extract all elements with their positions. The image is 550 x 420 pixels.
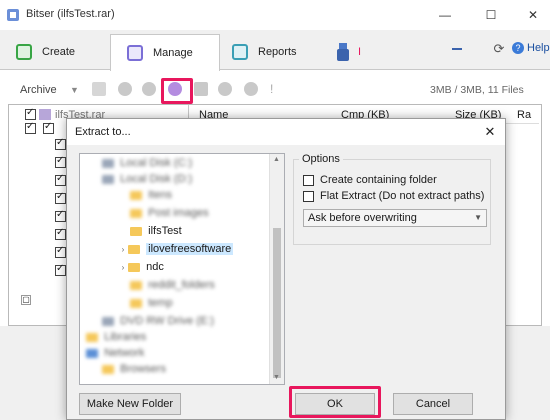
scroll-down-icon[interactable]: ▼ [273,374,280,381]
tab-create-label: Create [42,46,76,58]
archive-dropdown-icon[interactable]: ▼ [70,85,79,95]
dialog-title: Extract to... [75,126,131,138]
expand-arrow-icon[interactable]: › [118,245,128,254]
title-bar: Bitser (ilfsTest.rar) — ☐ ✕ [0,0,550,30]
tree-checkbox[interactable] [25,121,36,134]
tree-expand-icon[interactable]: ▢ [21,295,31,305]
tree-checkbox[interactable] [55,209,66,222]
tree-item-ndc[interactable]: › ndc [118,260,164,274]
column-ratio[interactable]: Ra [517,109,531,121]
tab-manage-label: Manage [153,47,193,59]
tree-item-blurred[interactable]: DVD RW Drive (E:) [102,314,214,328]
info-icon[interactable] [244,82,258,96]
flat-extract-checkbox[interactable] [303,191,314,202]
tree-checkbox[interactable] [55,227,66,240]
folder-tree[interactable]: Local Disk (C:) Local Disk (D:) Itens Po… [79,153,285,385]
dialog-close-button[interactable]: ✕ [481,123,499,141]
tree-item-label: ilfsTest [148,225,182,237]
minimize-button[interactable]: — [430,4,460,26]
tab-partial-label: I [358,46,362,58]
archive-stats: 3MB / 3MB, 11 Files [430,84,524,96]
tree-scrollbar[interactable]: ▲ ▼ [269,154,284,384]
tree-checkbox[interactable] [43,121,54,134]
chevron-down-icon: ▼ [474,213,482,222]
make-new-folder-button[interactable]: Make New Folder [79,393,181,415]
ok-button-highlight [289,386,381,418]
folder-icon [128,262,140,272]
tree-item-blurred[interactable]: temp [130,296,173,310]
bitser-app-icon [6,8,20,22]
tab-overflow-mark [452,48,462,50]
refresh-icon[interactable]: ⟳ [492,41,506,56]
archive-label: Archive [20,84,57,96]
rar-icon [39,109,51,120]
tab-reports-label: Reports [258,46,297,58]
folder-icon [130,226,142,236]
reports-icon [232,44,248,60]
create-folder-label: Create containing folder [320,174,437,186]
extract-to-dialog: Extract to... ✕ Local Disk (C:) Local Di… [66,118,506,420]
tree-item-blurred[interactable]: Network [86,346,144,360]
tree-root-checkbox[interactable] [25,107,36,120]
scroll-up-icon[interactable]: ▲ [273,156,280,163]
tree-item-blurred[interactable]: reddit_folders [130,278,215,292]
tree-item-ilfstest[interactable]: ilfsTest [130,224,182,238]
tree-item-label: ilovefreesoftware [146,243,234,255]
tree-item-blurred[interactable]: Itens [130,188,172,202]
options-group [293,159,491,245]
tree-item-blurred[interactable]: Local Disk (C:) [102,156,192,170]
warning-icon[interactable]: ! [270,82,273,96]
tree-checkbox[interactable] [55,191,66,204]
folder-icon [128,244,140,254]
manage-icon [127,45,143,61]
maximize-button[interactable]: ☐ [476,4,506,26]
tree-checkbox[interactable] [55,173,66,186]
window-title: Bitser (ilfsTest.rar) [26,8,115,20]
tab-partial[interactable]: I [336,34,376,70]
tree-item-blurred[interactable]: Browsers [102,362,166,376]
extract-button-highlight [161,78,193,104]
scrollbar-thumb[interactable] [273,228,281,378]
options-label: Options [299,153,343,165]
tree-item-ilovefreesoftware[interactable]: › ilovefreesoftware [118,242,234,256]
flash-icon[interactable] [194,82,208,96]
usb-icon [336,43,350,61]
overwrite-select[interactable]: Ask before overwriting ▼ [303,209,487,227]
help-icon: ? [512,42,524,54]
overwrite-select-value: Ask before overwriting [308,212,417,224]
create-folder-checkbox[interactable] [303,175,314,186]
help-label: Help [527,42,550,54]
flat-extract-label: Flat Extract (Do not extract paths) [320,190,485,202]
tree-item-blurred[interactable]: Local Disk (D:) [102,172,192,186]
tree-checkbox[interactable] [55,137,66,150]
settings-icon[interactable] [118,82,132,96]
create-icon [16,44,32,60]
tree-checkbox[interactable] [55,155,66,168]
tree-checkbox[interactable] [55,245,66,258]
test-icon[interactable] [218,82,232,96]
tab-reports[interactable]: Reports [232,34,322,70]
tab-create[interactable]: Create [16,34,106,70]
tree-item-label: ndc [146,261,164,273]
open-folder-icon[interactable] [92,82,106,96]
help-button[interactable]: ? Help [512,42,550,54]
tree-checkbox[interactable] [55,263,66,276]
expand-arrow-icon[interactable]: › [118,263,128,272]
tree-item-blurred[interactable]: Libraries [86,330,146,344]
close-button[interactable]: ✕ [518,4,548,26]
manage-toolbar: Archive ▼ ! 3MB / 3MB, 11 Files [8,78,542,104]
cancel-button[interactable]: Cancel [393,393,473,415]
tree-item-blurred[interactable]: Post images [130,206,209,220]
tab-manage[interactable]: Manage [110,34,220,71]
add-icon[interactable] [142,82,156,96]
dialog-title-bar: Extract to... ✕ [67,119,505,145]
